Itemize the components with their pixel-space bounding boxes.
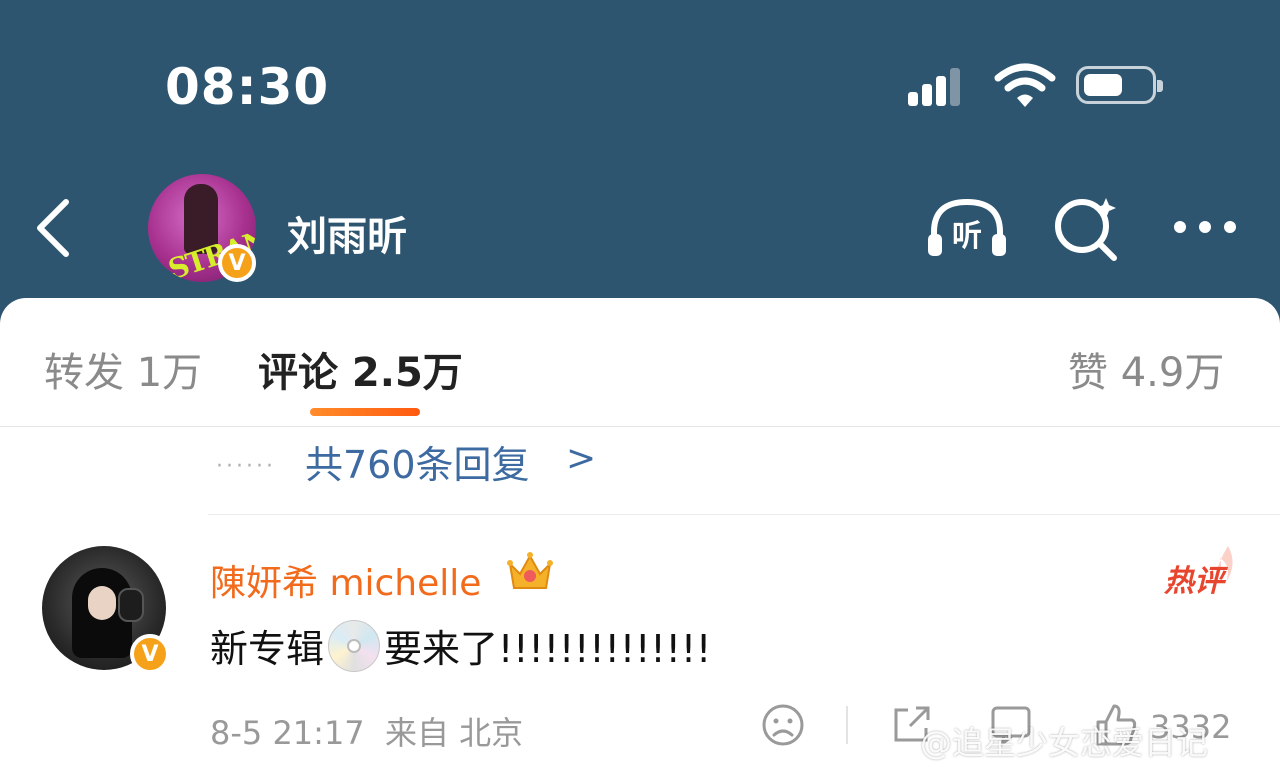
comment-text: 新专辑 要来了!!!!!!!!!!!!!!	[210, 618, 711, 673]
cd-disc-icon	[328, 619, 381, 672]
reply-dots: ······	[216, 454, 276, 479]
wifi-icon	[994, 63, 1056, 107]
active-tab-indicator	[310, 408, 420, 416]
comment-text-part: 新专辑	[210, 627, 325, 671]
comment-text-part: 要来了!!!!!!!!!!!!!!	[384, 627, 712, 671]
listen-icon[interactable]: 听	[926, 196, 1008, 260]
tab-comments[interactable]: 评论 2.5万	[258, 340, 463, 398]
tab-reposts[interactable]: 转发 1万	[44, 340, 202, 398]
dislike-face-icon[interactable]	[760, 702, 806, 748]
commenter-name[interactable]: 陳妍希 michelle	[210, 554, 481, 606]
divider	[846, 706, 848, 744]
comment-source: 来自 北京	[385, 714, 524, 752]
back-arrow-icon[interactable]	[30, 196, 80, 260]
status-time: 08:30	[165, 58, 330, 116]
verified-badge-icon: V	[130, 634, 170, 674]
divider	[208, 514, 1280, 515]
page-title[interactable]: 刘雨昕	[287, 204, 407, 262]
crown-icon	[507, 552, 553, 589]
watermark-text: @追星少女恋爱日记	[920, 724, 1209, 762]
more-dots-icon[interactable]	[1170, 216, 1240, 238]
hot-comment-label: 热评	[1164, 564, 1224, 599]
comment-time: 8-5 21:17	[210, 714, 365, 752]
cellular-signal-icon	[908, 66, 960, 106]
search-sparkle-icon[interactable]	[1052, 192, 1122, 262]
svg-text:听: 听	[952, 219, 982, 254]
chevron-right-icon[interactable]: >	[566, 438, 596, 479]
comment-meta: 8-5 21:17 来自 北京	[210, 708, 523, 754]
tab-divider	[0, 426, 1280, 427]
comments-card: 转发 1万 评论 2.5万 赞 4.9万 ······ 共760条回复 > V …	[0, 298, 1280, 778]
view-replies-link[interactable]: 共760条回复	[305, 434, 530, 489]
verified-badge-icon: V	[218, 244, 256, 282]
tab-likes[interactable]: 赞 4.9万	[1068, 340, 1224, 398]
battery-icon	[1076, 66, 1163, 104]
